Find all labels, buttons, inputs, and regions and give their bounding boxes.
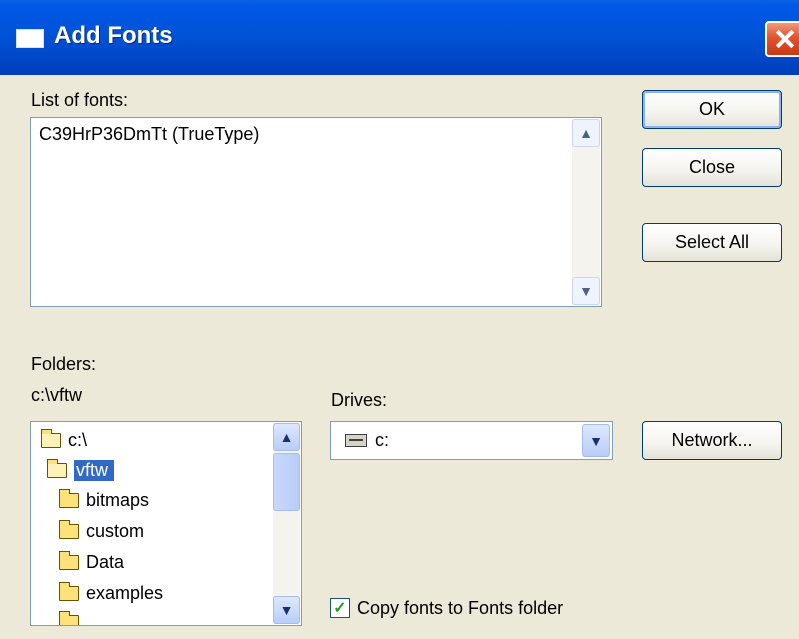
window-icon — [16, 29, 44, 48]
title-bar[interactable]: Add Fonts — [0, 0, 799, 75]
folders-label: Folders: — [31, 354, 97, 374]
drives-dropdown[interactable]: c: ▼ — [330, 421, 613, 460]
folder-icon — [59, 488, 79, 508]
hard-drive-icon — [345, 434, 367, 447]
fonts-list-label: List of fonts: — [31, 90, 129, 110]
scroll-down-icon[interactable]: ▼ — [273, 596, 300, 624]
folder-icon — [59, 610, 79, 625]
current-folder-path: c:\vftw — [31, 385, 83, 405]
folders-listbox[interactable]: c:\ vftw bitmaps custom Data examples ▲ … — [30, 421, 302, 626]
font-list-item[interactable]: C39HrP36DmTt (TrueType) — [39, 124, 259, 145]
folder-open-icon — [41, 428, 61, 448]
folder-icon — [59, 550, 79, 570]
folder-item[interactable]: custom — [59, 517, 144, 545]
folder-icon — [59, 519, 79, 539]
network-button[interactable]: Network... — [642, 421, 782, 460]
folder-item[interactable]: bitmaps — [59, 486, 149, 514]
folder-item[interactable]: Data — [59, 548, 124, 576]
scroll-down-icon[interactable]: ▼ — [572, 277, 600, 305]
folder-item-selected[interactable]: vftw — [47, 456, 115, 484]
folder-item[interactable]: c:\ — [41, 426, 87, 454]
window-title: Add Fonts — [54, 22, 173, 49]
folder-open-icon — [47, 458, 67, 478]
folder-item[interactable]: examples — [59, 579, 163, 607]
close-button[interactable]: Close — [642, 148, 782, 187]
folder-icon — [59, 581, 79, 601]
drives-label: Drives: — [331, 390, 388, 410]
scroll-up-icon[interactable]: ▲ — [572, 119, 600, 147]
copy-fonts-label[interactable]: Copy fonts to Fonts folder — [357, 598, 563, 619]
close-window-button[interactable] — [765, 21, 799, 57]
fonts-listbox[interactable]: C39HrP36DmTt (TrueType) ▲ ▼ — [30, 117, 602, 307]
folders-scrollbar[interactable]: ▲ ▼ — [273, 423, 300, 624]
copy-fonts-checkbox[interactable]: ✓ — [330, 598, 350, 618]
chevron-down-icon[interactable]: ▼ — [582, 424, 610, 457]
fonts-scrollbar[interactable]: ▲ ▼ — [572, 119, 600, 305]
folder-item-partial — [59, 608, 86, 625]
scroll-up-icon[interactable]: ▲ — [273, 423, 300, 451]
scroll-thumb[interactable] — [273, 453, 300, 511]
select-all-button[interactable]: Select All — [642, 223, 782, 262]
drives-selected-value: c: — [375, 430, 390, 450]
ok-button[interactable]: OK — [642, 90, 782, 129]
